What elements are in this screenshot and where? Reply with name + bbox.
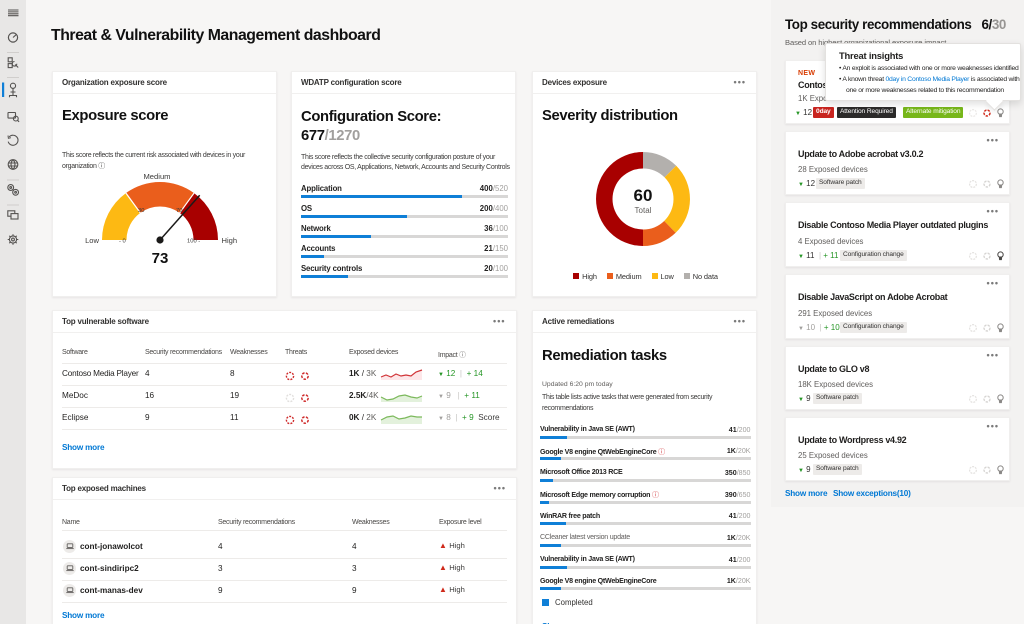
svg-text:70: 70	[176, 208, 182, 214]
svg-text:Medium: Medium	[143, 172, 170, 181]
svg-text:Total: Total	[635, 206, 652, 215]
svg-text:60: 60	[634, 186, 653, 205]
svg-text:Low: Low	[85, 236, 99, 245]
svg-text:100 -: 100 -	[187, 239, 200, 245]
svg-text:- 0: - 0	[119, 239, 126, 245]
svg-text:High: High	[222, 236, 238, 245]
svg-text:30: 30	[138, 208, 144, 214]
svg-text:73: 73	[152, 250, 169, 267]
